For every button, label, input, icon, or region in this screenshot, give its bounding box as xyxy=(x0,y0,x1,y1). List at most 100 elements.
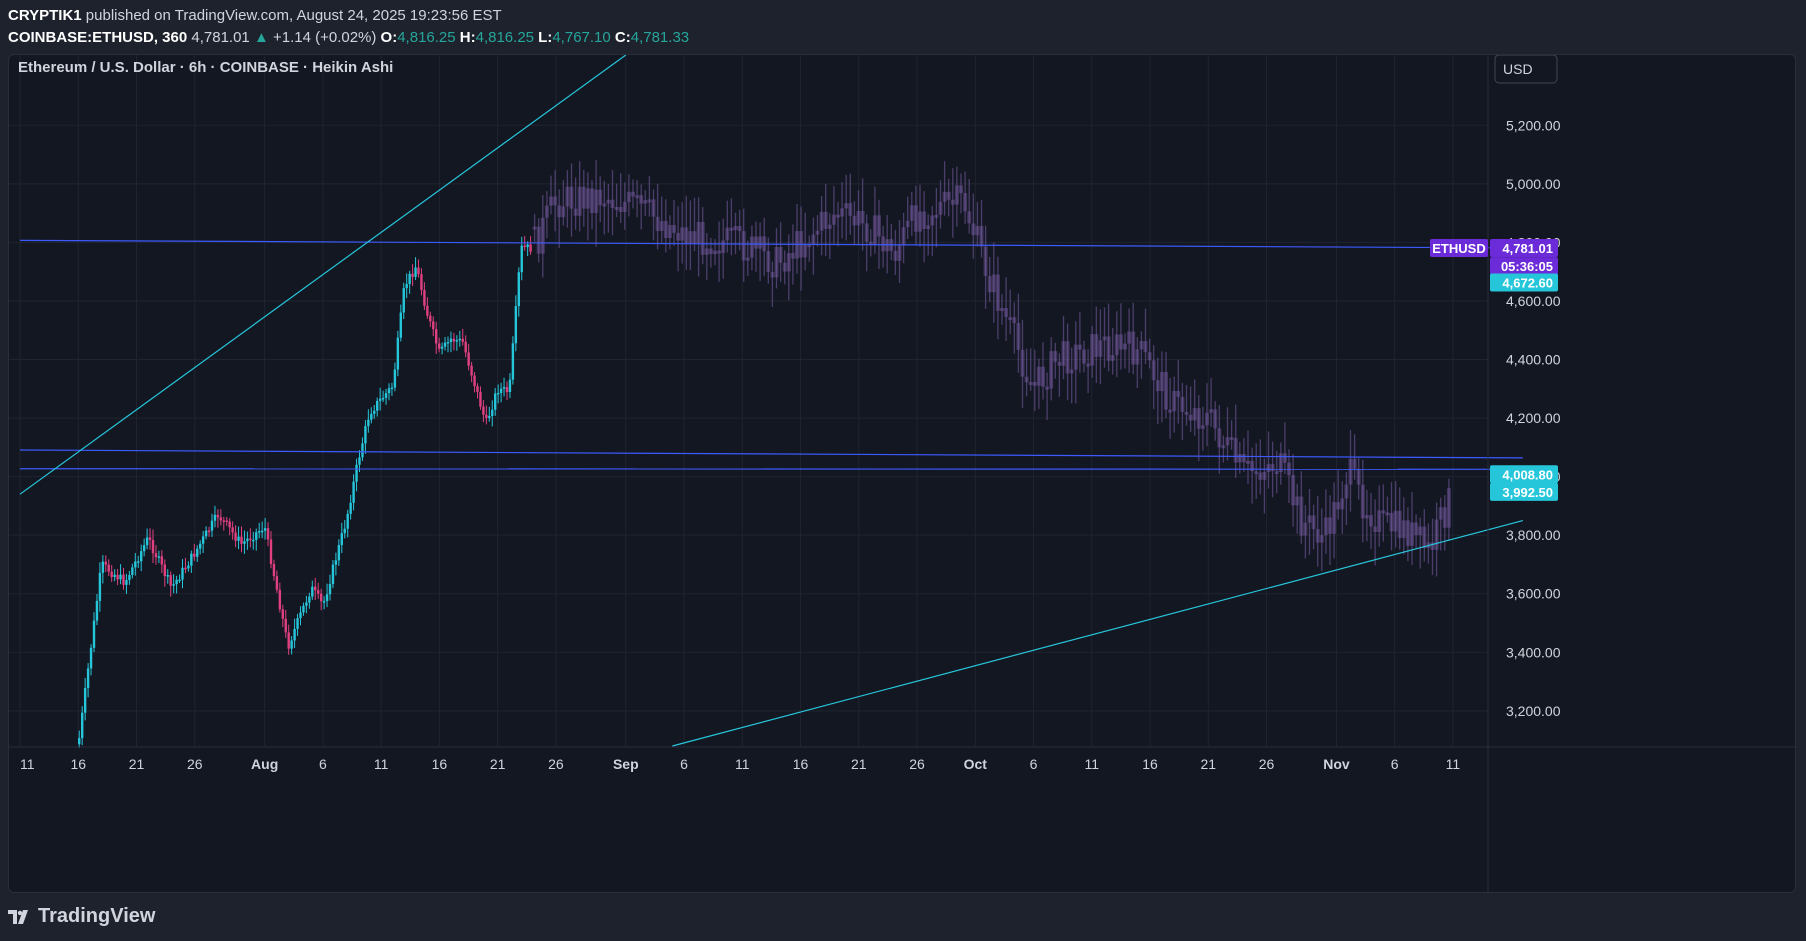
projection-body xyxy=(1369,515,1373,527)
projection-body xyxy=(1414,522,1419,536)
projection-body xyxy=(1270,464,1275,472)
candle-body xyxy=(86,668,90,689)
candle-body xyxy=(275,576,279,590)
price-tick-label: 3,200.00 xyxy=(1506,703,1561,719)
candle-body xyxy=(384,393,388,398)
horizontal-level-line[interactable] xyxy=(19,449,1523,459)
projection-body xyxy=(594,189,599,214)
projection-body xyxy=(684,227,689,244)
projection-body xyxy=(1344,484,1349,499)
candle-body xyxy=(370,413,373,420)
candle-body xyxy=(494,393,497,410)
projection-body xyxy=(688,231,693,244)
projection-body xyxy=(897,245,902,261)
projection-body xyxy=(573,208,578,216)
candle-body xyxy=(426,305,429,316)
time-axis[interactable]: 11 16 21 26 Aug 6 11 16 21 26 Sep 6 11 16 21 26 Oct 6 11 16… xyxy=(20,756,1460,772)
projection-body xyxy=(610,199,615,208)
projection-body xyxy=(598,189,603,206)
projection-body xyxy=(1430,542,1435,550)
candle-body xyxy=(154,553,158,558)
price-tick-label: 3,800.00 xyxy=(1506,527,1561,543)
projection-body xyxy=(1340,498,1345,510)
projection-body xyxy=(1418,526,1423,536)
projection-body xyxy=(877,215,881,237)
candle-body xyxy=(417,267,420,275)
last-price: 4,781.01 xyxy=(191,29,250,46)
projection-body xyxy=(778,246,783,263)
projection-body xyxy=(901,227,906,246)
time-tick-label: 16 xyxy=(1142,756,1158,772)
projection-body xyxy=(913,205,918,232)
projection-body xyxy=(950,199,955,205)
price-axis[interactable]: 5,200.005,000.004,800.004,600.004,400.00… xyxy=(1506,117,1561,719)
candle-body xyxy=(331,564,335,585)
candle-body xyxy=(151,539,155,554)
projection-body xyxy=(1000,308,1004,312)
candle-body xyxy=(78,738,81,745)
projection-body xyxy=(1295,496,1300,506)
candle-body xyxy=(520,245,523,273)
candle-body xyxy=(488,415,491,419)
drawings[interactable] xyxy=(19,55,1524,747)
projection-body xyxy=(1233,437,1238,463)
projection-body xyxy=(647,199,652,203)
candle-body xyxy=(107,564,110,572)
candle-body xyxy=(464,341,467,353)
projection-body xyxy=(811,234,816,245)
projection-body xyxy=(561,206,566,218)
projection-body xyxy=(1315,529,1320,543)
projection-body xyxy=(1221,445,1226,449)
price-chart[interactable]: 5,200.005,000.004,800.004,600.004,400.00… xyxy=(9,55,1796,893)
projection-body xyxy=(995,274,1000,311)
currency-button[interactable]: USD xyxy=(1494,55,1558,84)
projection-body xyxy=(655,216,660,231)
candle-body xyxy=(81,712,84,739)
projection-body xyxy=(1299,496,1304,536)
candle-body xyxy=(322,601,326,603)
candle-body xyxy=(314,586,317,591)
projection-body xyxy=(1016,323,1021,350)
projection-body xyxy=(1086,363,1091,367)
candle-body xyxy=(408,273,411,285)
time-tick-label: Sep xyxy=(613,756,639,772)
author-name[interactable]: CRYPTIK1 xyxy=(8,7,82,24)
projection-body xyxy=(749,236,754,258)
candle-body xyxy=(281,609,284,619)
candle-body xyxy=(207,530,211,533)
time-tick-label: 11 xyxy=(1085,756,1100,772)
projection-body xyxy=(1147,352,1152,361)
price-label-text: 4,781.01 xyxy=(1502,241,1553,256)
candle-body xyxy=(349,502,352,514)
trend-line[interactable] xyxy=(672,519,1524,747)
projection-body xyxy=(946,191,951,200)
horizontal-level-line[interactable] xyxy=(19,468,1523,470)
candle-body xyxy=(190,553,193,566)
projection-body xyxy=(1303,522,1308,536)
projection-body xyxy=(881,236,886,252)
chart-panel[interactable]: 5,200.005,000.004,800.004,600.004,400.00… xyxy=(8,54,1796,893)
projection-body xyxy=(983,246,988,277)
candle-body xyxy=(104,561,107,565)
candle-body xyxy=(446,341,450,344)
candle-body xyxy=(376,400,379,411)
footer-brand[interactable]: TradingView xyxy=(8,905,155,928)
projection-body xyxy=(631,191,635,197)
candle-body xyxy=(299,612,302,619)
horizontal-level-line[interactable] xyxy=(19,239,1523,249)
projection-body xyxy=(1348,458,1353,485)
tradingview-logo-icon xyxy=(8,909,28,924)
price-tick-label: 4,200.00 xyxy=(1506,410,1561,426)
projection-body xyxy=(1098,340,1103,357)
candle-body xyxy=(514,306,518,344)
projection-body xyxy=(987,276,992,293)
projection-body xyxy=(745,257,750,261)
candle-body xyxy=(134,561,137,568)
projection-body xyxy=(553,196,558,206)
projection-body xyxy=(1385,512,1390,516)
projection-body xyxy=(754,236,758,249)
projection-body xyxy=(905,220,910,228)
projection-body xyxy=(544,205,549,218)
projection-body xyxy=(1393,510,1398,532)
candle-body xyxy=(355,464,358,482)
